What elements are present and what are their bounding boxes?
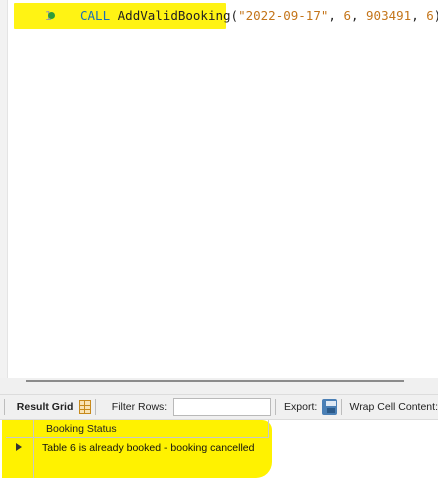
scrollbar-thumb[interactable]: [26, 380, 404, 382]
editor-gutter: [0, 0, 8, 378]
toolbar-divider: [94, 399, 96, 415]
grid-view-icon[interactable]: [79, 400, 91, 414]
arg-customer: 903491: [366, 8, 412, 23]
sql-statement[interactable]: CALL AddValidBooking("2022-09-17", 6, 90…: [80, 6, 438, 26]
procedure-name: AddValidBooking: [117, 8, 231, 23]
arg-date: "2022-09-17": [238, 8, 329, 23]
column-divider: [268, 420, 269, 438]
wrap-cell-content-label[interactable]: Wrap Cell Content:: [349, 401, 438, 413]
statement-marker-icon: [48, 12, 55, 19]
close-paren-semicolon: );: [434, 8, 438, 23]
column-header-row: Booking Status: [6, 420, 269, 438]
column-header-booking-status[interactable]: Booking Status: [46, 423, 117, 435]
code-line-1[interactable]: 1 CALL AddValidBooking("2022-09-17", 6, …: [20, 6, 438, 26]
arg-separator: ,: [411, 8, 427, 23]
table-row[interactable]: Table 6 is already booked - booking canc…: [6, 438, 268, 456]
result-toolbar: Result Grid Filter Rows: Export: Wrap Ce…: [0, 394, 438, 420]
table-cell-booking-status[interactable]: Table 6 is already booked - booking canc…: [42, 442, 254, 454]
open-paren: (: [230, 8, 239, 23]
filter-rows-input[interactable]: [173, 398, 272, 416]
filter-rows-label: Filter Rows:: [111, 401, 168, 413]
arg-separator: ,: [328, 8, 344, 23]
current-row-arrow-icon: [16, 443, 22, 451]
toolbar-divider: [275, 399, 277, 415]
toolbar-divider: [4, 399, 5, 415]
export-icon[interactable]: [322, 399, 337, 415]
result-grid-tab[interactable]: Result Grid: [17, 401, 74, 413]
result-grid[interactable]: Booking Status Table 6 is already booked…: [0, 420, 438, 478]
export-label: Export:: [284, 401, 318, 413]
toolbar-divider: [340, 399, 342, 415]
horizontal-scrollbar[interactable]: [0, 378, 438, 394]
arg-separator: ,: [350, 8, 367, 23]
arg-table: 6: [343, 8, 351, 23]
arg-guests: 6: [426, 8, 434, 23]
sql-editor[interactable]: 1 CALL AddValidBooking("2022-09-17", 6, …: [0, 0, 438, 378]
sql-keyword: CALL: [80, 8, 111, 23]
